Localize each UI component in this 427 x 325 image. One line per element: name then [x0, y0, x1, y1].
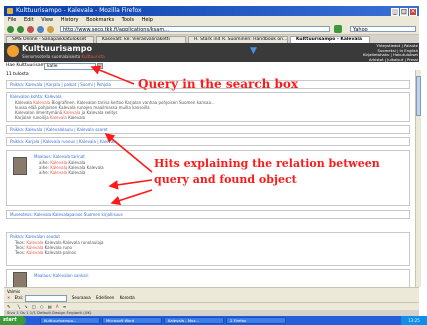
oval-icon[interactable]: ○ [40, 304, 44, 309]
annotation-hits-line1: Hits explaining the relation between [154, 157, 380, 170]
hits-arrow-1 [104, 132, 153, 173]
rect-icon[interactable]: □ [32, 304, 36, 309]
system-clock[interactable]: 13:25 [401, 316, 427, 325]
highlight-button[interactable]: Korosta [120, 295, 135, 300]
query-arrow [90, 65, 135, 85]
find-label: Etsi: [14, 295, 24, 300]
taskbar-item[interactable]: 2 Firefox [226, 317, 286, 324]
find-input[interactable] [24, 294, 67, 302]
annotation-hits-line2: query and found object [154, 173, 297, 186]
start-button[interactable]: start [0, 316, 26, 325]
browser-window: Kulttuurisampo - Kalevala - Mozilla Fire… [0, 0, 427, 325]
textbox-icon[interactable]: ▤ [48, 304, 52, 309]
draw-icon[interactable]: ✎ [7, 304, 10, 309]
arrow-icon[interactable]: ➘ [24, 304, 27, 309]
taskbar-item[interactable]: Microsoft Word [102, 317, 162, 324]
line-icon[interactable]: ╲ [18, 304, 20, 309]
taskbar-item[interactable]: Kalevala - Moz... [164, 317, 224, 324]
find-close-icon[interactable]: ✕ [7, 295, 10, 300]
hits-arrow-2 [108, 179, 153, 190]
taskbar: start Kulttuurisampo... Microsoft Word K… [0, 316, 427, 325]
taskbar-item[interactable]: Kulttuurisampo... [40, 317, 100, 324]
align-icon[interactable]: ≡ [63, 304, 66, 309]
hits-arrow-3 [110, 189, 153, 206]
font-color-icon[interactable]: A [56, 304, 59, 309]
find-next-button[interactable]: Seuraava [72, 295, 91, 300]
annotation-query: Query in the search box [138, 77, 299, 91]
word-status-text: Sivu 1 Os 1 1/1 Default Design Englanti … [7, 310, 92, 315]
find-prev-button[interactable]: Edellinen [96, 295, 114, 300]
find-bar: ✕ Etsi: Seuraava Edellinen Korosta [4, 294, 419, 302]
